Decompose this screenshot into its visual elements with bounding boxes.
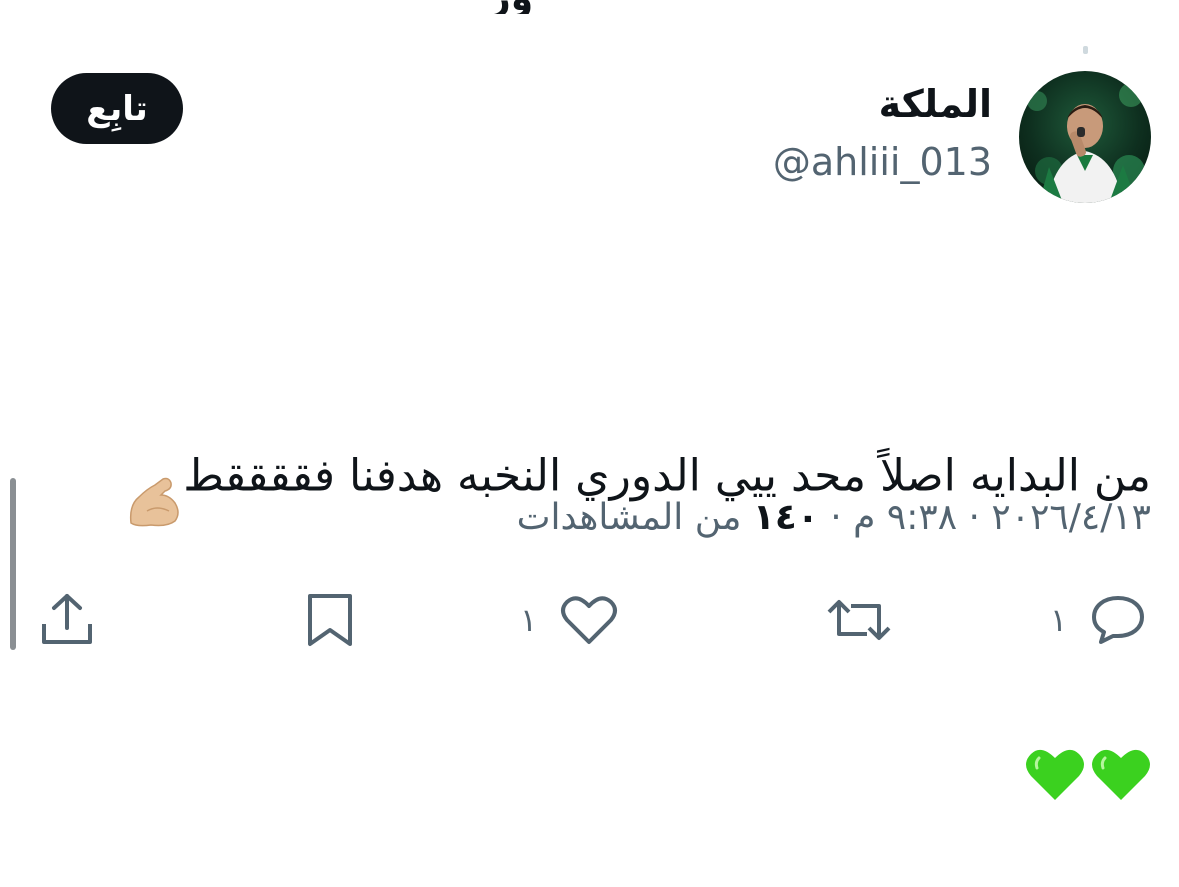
meta-separator: · xyxy=(968,497,980,538)
meta-separator: · xyxy=(830,497,842,538)
thread-connector xyxy=(1083,46,1088,54)
follow-button[interactable]: تابِع xyxy=(51,73,183,144)
views-count[interactable]: ١٤٠ xyxy=(753,497,819,538)
previous-tweet-cutoff-text: ور xyxy=(470,0,710,14)
reply-button[interactable]: ١ xyxy=(1050,590,1147,650)
avatar[interactable] xyxy=(1019,71,1151,203)
tweet-time: ٩:٣٨ م xyxy=(853,497,958,538)
tweet-date: ٢٠٢٦/٤/١٣ xyxy=(991,497,1151,538)
views-label: من المشاهدات xyxy=(516,497,742,538)
retweet-icon xyxy=(827,600,891,640)
share-icon xyxy=(42,594,92,644)
like-button[interactable]: ١ xyxy=(520,590,619,650)
tweet-text-content: من البدايه اصلاً محد ييي الدوري النخبه ه… xyxy=(183,450,1151,502)
scrollbar[interactable] xyxy=(10,478,16,650)
green-heart-emoji xyxy=(1091,680,1151,821)
bookmark-icon xyxy=(308,594,352,646)
user-handle[interactable]: @ahliii_013 xyxy=(773,140,992,184)
like-icon xyxy=(561,596,618,644)
green-heart-emoji xyxy=(1025,680,1085,821)
display-name[interactable]: الملكة xyxy=(879,82,992,126)
bookmark-button[interactable] xyxy=(304,590,356,650)
tweet-text: من البدايه اصلاً محد ييي الدوري النخبه ه… xyxy=(51,277,1151,887)
like-count: ١ xyxy=(520,601,538,639)
tweet-meta: ٢٠٢٦/٤/١٣ · ٩:٣٨ م · ١٤٠ من المشاهدات xyxy=(517,497,1151,538)
avatar-image xyxy=(1019,71,1151,203)
cutoff-text: ور xyxy=(490,0,533,14)
retweet-button[interactable] xyxy=(827,590,891,650)
reply-count: ١ xyxy=(1050,601,1068,639)
share-button[interactable] xyxy=(40,590,94,650)
reply-icon xyxy=(1092,596,1145,644)
flexed-biceps-emoji xyxy=(125,409,183,548)
